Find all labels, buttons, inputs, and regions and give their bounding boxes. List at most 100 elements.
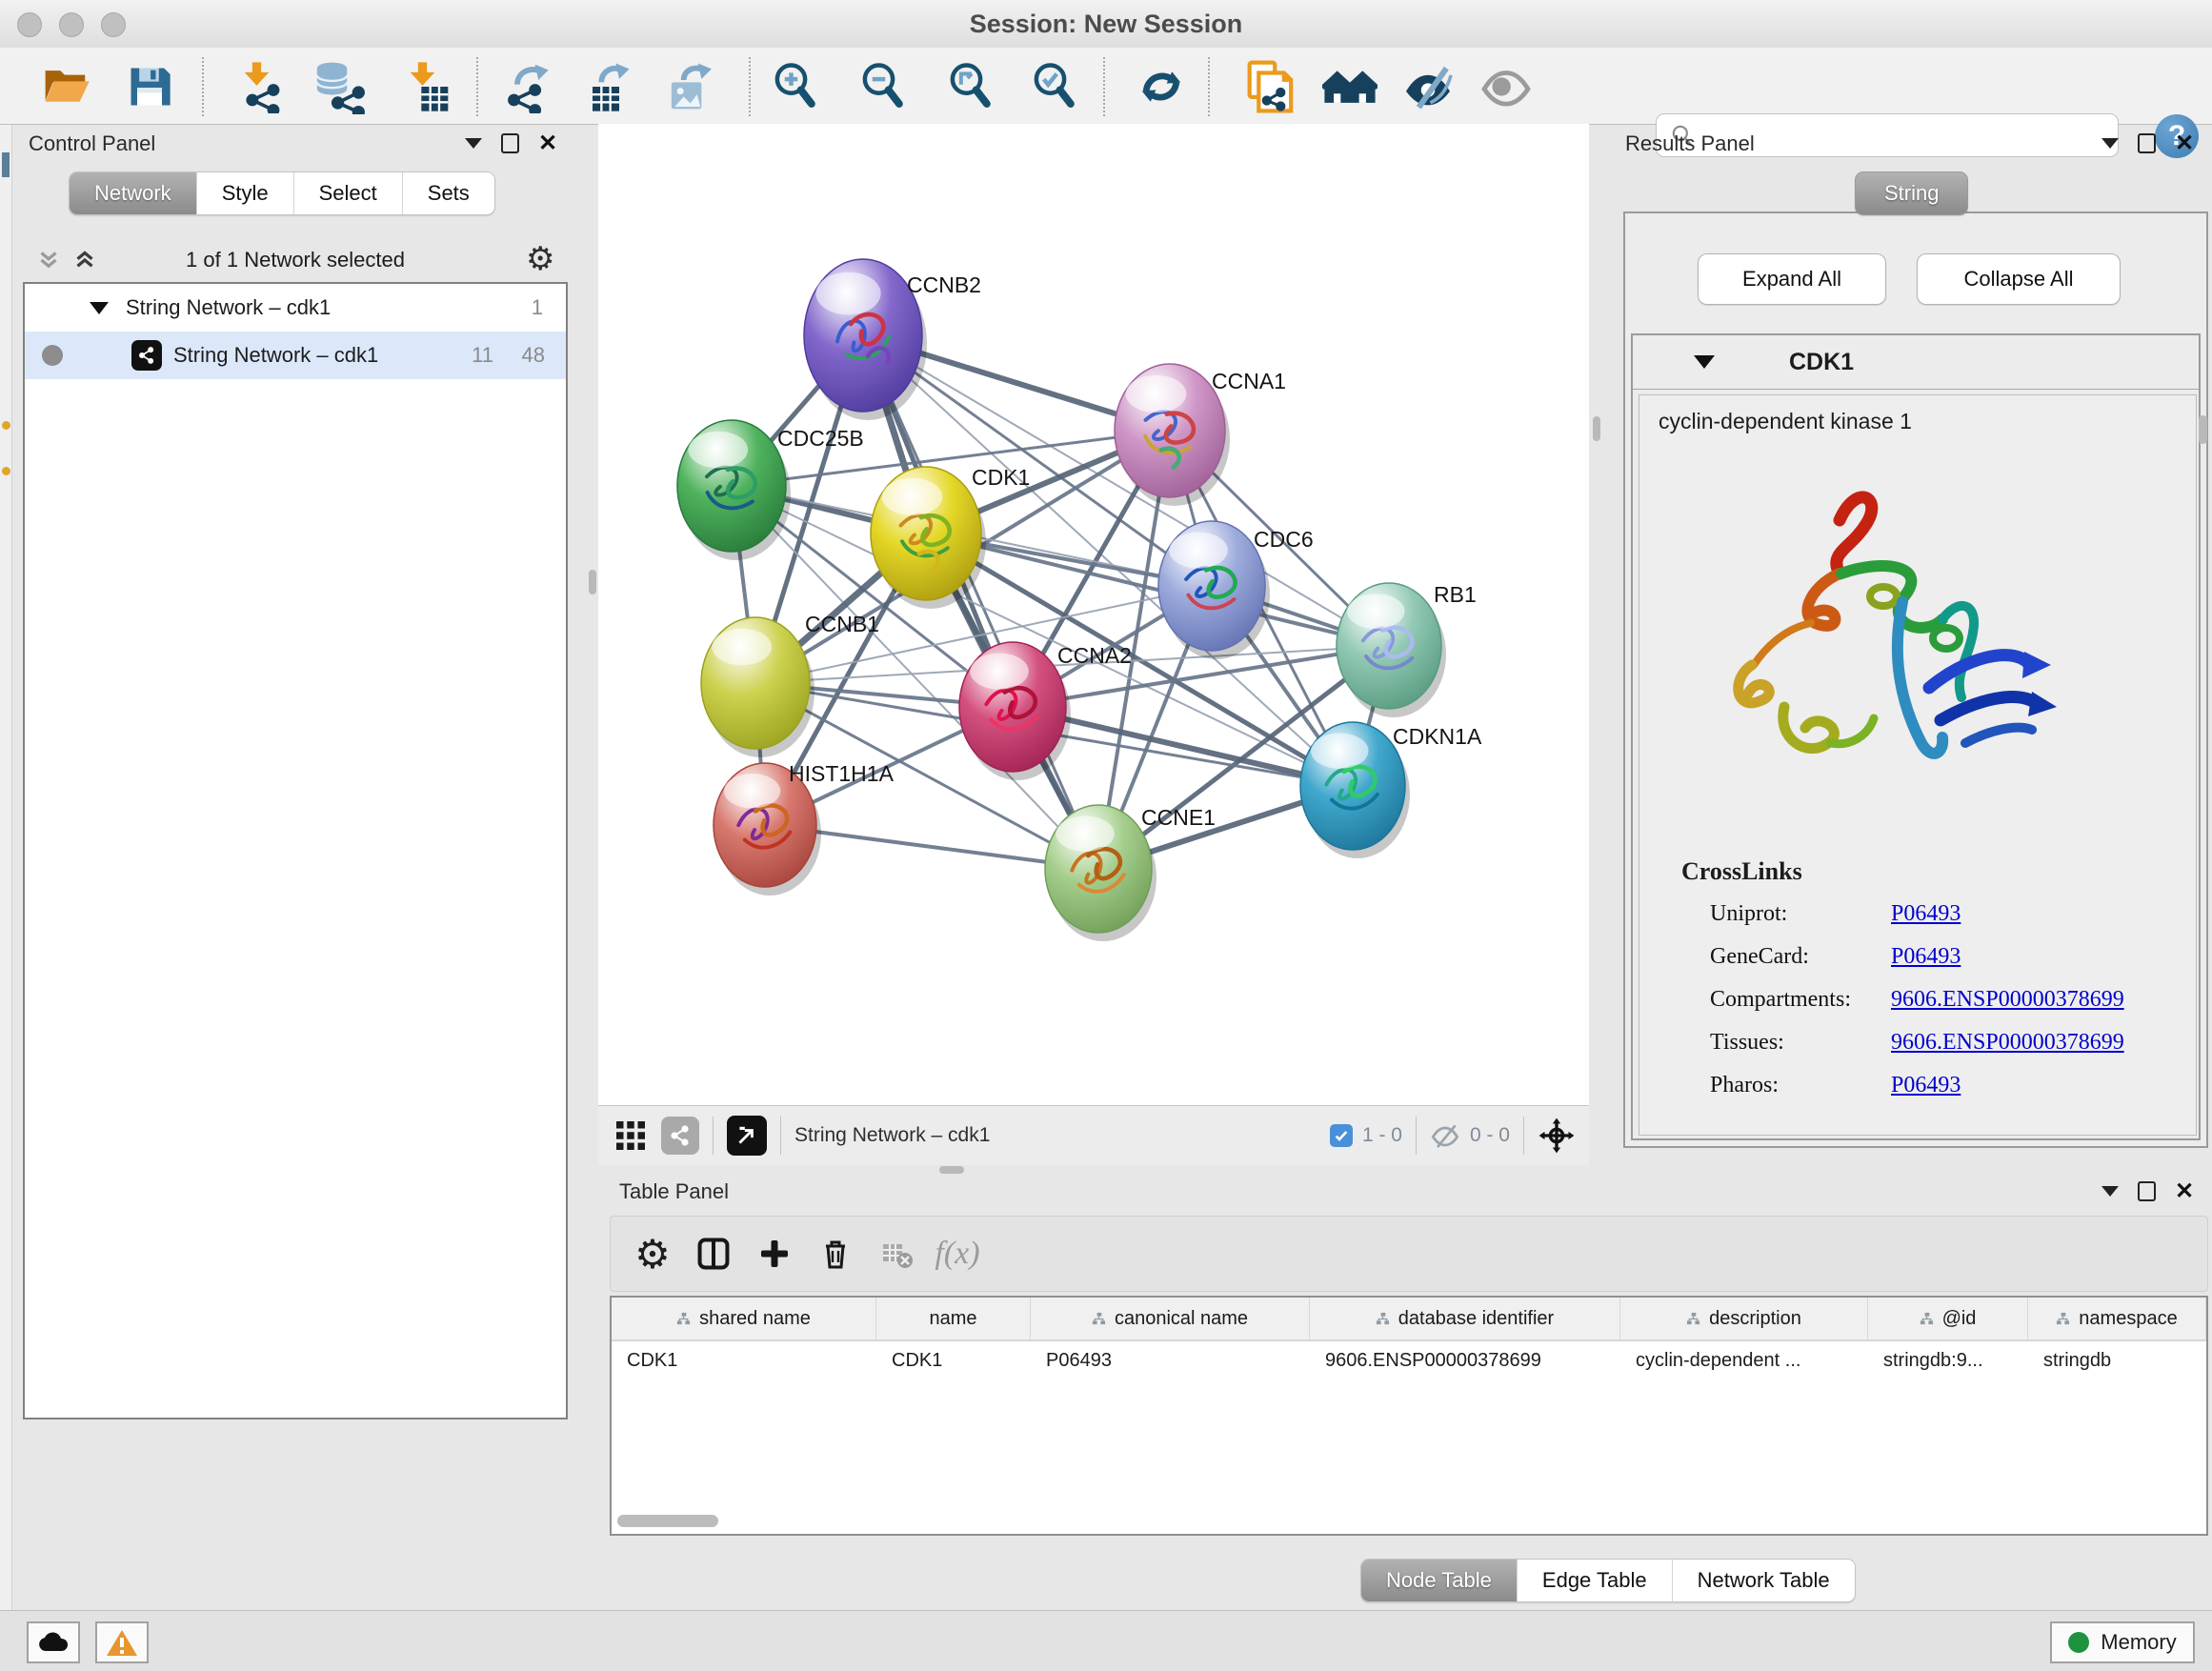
export-table-icon[interactable] [585,59,640,114]
tab-style[interactable]: Style [197,172,294,214]
add-column-icon[interactable] [744,1227,805,1280]
table-cell[interactable]: CDK1 [876,1341,1031,1383]
crosslink-genecard-link[interactable]: P06493 [1891,944,1961,970]
delete-table-icon[interactable] [866,1227,927,1280]
save-session-icon[interactable] [122,59,177,114]
hidden-count: 0 - 0 [1470,1124,1510,1147]
table-cell[interactable]: stringdb [2028,1341,2206,1383]
table-cell[interactable]: stringdb:9... [1868,1341,2028,1383]
import-network-from-file-icon[interactable] [232,59,288,114]
expand-all-tree-icon[interactable] [70,246,99,274]
column-header-shared-name[interactable]: shared name [612,1298,876,1339]
tab-edge-table[interactable]: Edge Table [1518,1560,1673,1601]
network-graph[interactable]: CCNB2CCNA1CDC25BCDK1CDC6RB1CCNB1CCNA2CDK… [598,124,1589,1105]
close-panel-icon[interactable]: ✕ [2175,134,2194,153]
crosslink-pharos-link[interactable]: P06493 [1891,1073,1961,1098]
crosslink-uniprot-link[interactable]: P06493 [1891,901,1961,927]
network-node-CDK1[interactable] [871,467,986,609]
section-title: CDK1 [1789,349,1854,376]
hide-eye-icon[interactable] [1400,59,1456,114]
float-panel-icon[interactable] [2138,1181,2156,1201]
export-image-icon[interactable] [665,59,720,114]
table-cell[interactable]: cyclin-dependent ... [1620,1341,1868,1383]
network-row-selected[interactable]: String Network – cdk1 11 48 [25,332,566,379]
expand-all-button[interactable]: Expand All [1698,253,1886,305]
zoom-out-icon[interactable] [855,59,911,114]
warnings-button[interactable] [95,1621,149,1663]
show-eye-icon[interactable] [1478,59,1534,114]
refresh-icon[interactable] [1134,59,1189,114]
grid-view-icon[interactable] [613,1118,648,1153]
duplicate-network-icon[interactable] [1240,59,1296,114]
column-namespace-icon [1686,1312,1700,1326]
column-header-database-identifier[interactable]: database identifier [1310,1298,1620,1339]
column-header-canonical-name[interactable]: canonical name [1031,1298,1310,1339]
toolbar-separator [780,1117,781,1155]
zoom-selected-icon[interactable] [1027,59,1082,114]
node-label-CCNE1: CCNE1 [1141,805,1216,830]
column-header-name[interactable]: name [876,1298,1031,1339]
delete-column-icon[interactable] [805,1227,866,1280]
network-options-gear-icon[interactable]: ⚙ [526,240,554,278]
zoom-in-icon[interactable] [768,59,823,114]
network-node-CCNB1[interactable] [701,617,814,757]
column-header-description[interactable]: description [1620,1298,1868,1339]
open-session-icon[interactable] [38,59,93,114]
close-panel-icon[interactable]: ✕ [2175,1182,2194,1201]
collapse-all-button[interactable]: Collapse All [1917,253,2121,305]
collapse-panel-icon[interactable] [465,138,482,149]
float-panel-icon[interactable] [501,133,519,153]
export-network-icon[interactable] [503,59,558,114]
table-gear-icon[interactable]: ⚙ [622,1227,683,1280]
column-header-namespace[interactable]: namespace [2028,1298,2206,1339]
tab-network[interactable]: Network [70,172,197,214]
tab-node-table[interactable]: Node Table [1361,1560,1518,1601]
column-namespace-icon [1092,1312,1106,1326]
network-node-RB1[interactable] [1337,583,1446,717]
search-input[interactable] [1695,123,2099,148]
crosslink-compartments-link[interactable]: 9606.ENSP00000378699 [1891,987,2124,1013]
vertical-splitter-grip[interactable] [1593,416,1600,441]
table-cell[interactable]: P06493 [1031,1341,1310,1383]
collapse-panel-icon[interactable] [2101,138,2119,149]
table-cell[interactable]: 9606.ENSP00000378699 [1310,1341,1620,1383]
tree-expand-icon[interactable] [90,302,109,314]
import-table-from-file-icon[interactable] [398,59,453,114]
selected-checkbox-icon[interactable] [1330,1124,1353,1147]
show-columns-icon[interactable] [683,1227,744,1280]
memory-button[interactable]: Memory [2050,1621,2195,1663]
share-view-icon[interactable] [661,1117,699,1155]
column-header-@id[interactable]: @id [1868,1298,2028,1339]
network-node-CCNE1[interactable] [1045,805,1156,941]
collapse-panel-icon[interactable] [2101,1186,2119,1197]
crosslink-tissues-link[interactable]: 9606.ENSP00000378699 [1891,1030,2124,1056]
results-scrollbar-thumb[interactable] [2199,415,2207,444]
cloud-button[interactable] [27,1621,80,1663]
import-network-from-database-icon[interactable] [312,59,368,114]
tab-network-table[interactable]: Network Table [1673,1560,1855,1601]
float-panel-icon[interactable] [2138,133,2156,153]
tab-string[interactable]: String [1855,171,1968,215]
network-canvas[interactable]: CCNB2CCNA1CDC25BCDK1CDC6RB1CCNB1CCNA2CDK… [598,124,1589,1105]
network-edge-CDK1-RB1[interactable] [926,534,1389,646]
close-panel-icon[interactable]: ✕ [538,134,557,153]
birdseye-view-icon[interactable] [727,1116,767,1156]
tab-sets[interactable]: Sets [403,172,494,214]
section-collapse-icon[interactable] [1694,355,1715,369]
network-edge-CCNB2-CCNE1[interactable] [863,335,1098,869]
vertical-splitter-grip[interactable] [589,570,596,594]
network-node-CCNA2[interactable] [959,642,1071,780]
table-hscrollbar-thumb[interactable] [617,1515,718,1527]
table-panel-title: Table Panel [619,1179,729,1204]
network-collection-row[interactable]: String Network – cdk1 1 [25,284,566,332]
zoom-fit-icon[interactable] [943,59,998,114]
function-builder-icon[interactable]: f(x) [927,1227,988,1280]
houses-icon[interactable] [1322,59,1377,114]
table-cell[interactable]: CDK1 [612,1341,876,1383]
tab-select[interactable]: Select [294,172,403,214]
window-title: Session: New Session [0,0,2212,48]
table-row[interactable]: CDK1CDK1P064939606.ENSP00000378699cyclin… [612,1341,2206,1383]
collapse-all-tree-icon[interactable] [34,246,63,274]
crosshair-icon[interactable] [1538,1117,1576,1155]
horizontal-splitter-grip[interactable] [939,1166,964,1174]
